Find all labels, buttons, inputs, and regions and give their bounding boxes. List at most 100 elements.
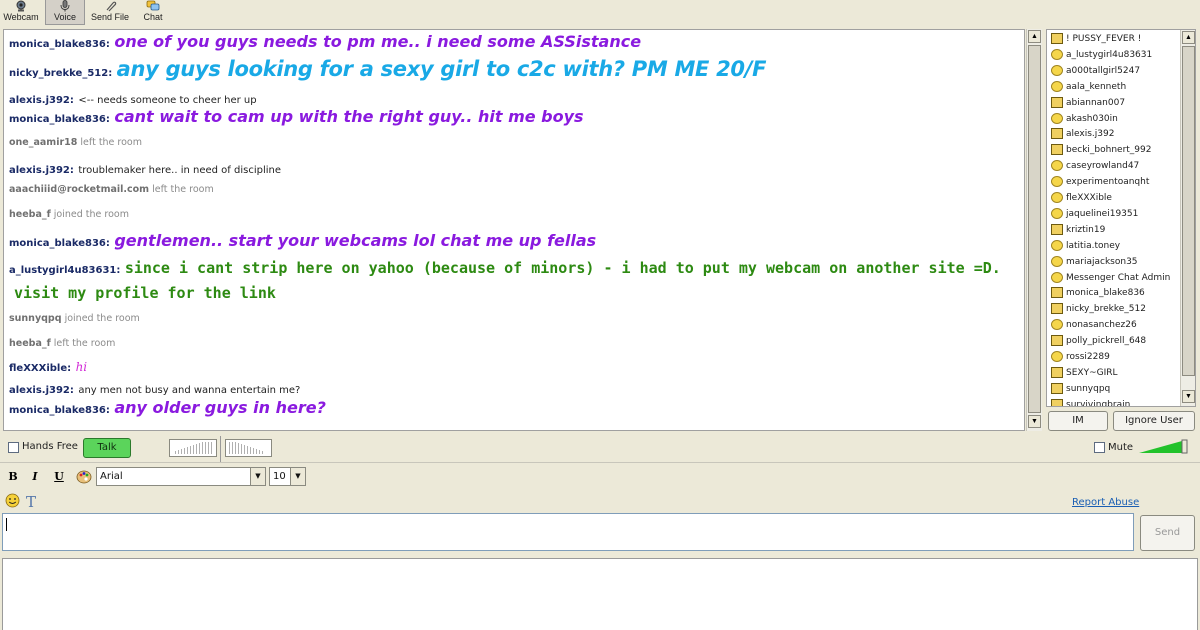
- user-name: polly_pickrell_648: [1066, 336, 1147, 347]
- scroll-down-arrow-icon[interactable]: ▼: [1028, 415, 1041, 428]
- chat-message: monica_blake836: cant wait to cam up wit…: [9, 107, 584, 127]
- smiley-icon: [1051, 64, 1063, 76]
- user-list-item[interactable]: monica_blake836: [1051, 287, 1145, 302]
- hands-free-label: Hands Free: [22, 441, 78, 452]
- user-list-item[interactable]: nicky_brekke_512: [1051, 303, 1146, 318]
- message-text: any older guys in here?: [114, 398, 326, 417]
- im-button[interactable]: IM: [1048, 411, 1108, 431]
- user-name: sunnyqpq: [1066, 383, 1111, 394]
- user-list-item[interactable]: sunnyqpq: [1051, 382, 1111, 398]
- message-text: hi: [75, 360, 88, 374]
- message-username: monica_blake836:: [9, 39, 110, 50]
- user-list-item[interactable]: abiannan007: [1051, 96, 1125, 112]
- user-list-item[interactable]: survivingbrain: [1051, 398, 1131, 407]
- user-list-scroll-thumb[interactable]: [1182, 46, 1195, 376]
- user-list-item[interactable]: mariajackson35: [1051, 255, 1138, 271]
- chat-bubble-icon: [146, 0, 160, 11]
- webcam-icon: [1051, 33, 1063, 44]
- font-size-value: 10: [273, 471, 286, 482]
- user-list[interactable]: ! PUSSY_FEVER ! a_lustygirl4u83631 a000tal…: [1046, 29, 1196, 407]
- paperclip-icon: [106, 1, 117, 12]
- send-button[interactable]: Send: [1140, 515, 1195, 551]
- talk-button[interactable]: Talk: [83, 438, 131, 458]
- smiley-icon: [1051, 319, 1063, 331]
- chat-button[interactable]: Chat: [138, 0, 168, 25]
- chat-scrollbar[interactable]: ▲ ▼: [1026, 29, 1042, 431]
- volume-slider[interactable]: [1138, 439, 1190, 454]
- user-name: a000tallgirl5247: [1066, 65, 1141, 76]
- chat-message-area[interactable]: monica_blake836: one of you guys needs t…: [3, 29, 1025, 431]
- message-text: <-- needs someone to cheer her up: [78, 95, 257, 106]
- user-list-item[interactable]: experimentoanqht: [1051, 176, 1149, 191]
- user-list-item[interactable]: kriztin19: [1051, 223, 1105, 239]
- webcam-icon: [1051, 382, 1063, 394]
- webcam-icon: [1051, 144, 1063, 156]
- ignore-user-button[interactable]: Ignore User: [1113, 411, 1195, 431]
- user-list-item[interactable]: Messenger Chat Admin: [1051, 271, 1170, 287]
- underline-button[interactable]: U: [52, 469, 66, 485]
- smiley-icon: [1051, 255, 1063, 267]
- report-abuse-link[interactable]: Report Abuse: [1072, 497, 1139, 508]
- scroll-down-arrow-icon[interactable]: ▼: [1182, 390, 1195, 403]
- user-list-scrollbar[interactable]: ▲ ▼: [1180, 30, 1195, 406]
- user-list-item[interactable]: a000tallgirl5247: [1051, 64, 1141, 80]
- user-list-item[interactable]: SEXY~GIRL: [1051, 366, 1118, 382]
- video-panel: [2, 558, 1198, 630]
- text-style-icon[interactable]: T: [25, 493, 39, 509]
- event-username: heeba_f: [9, 338, 51, 349]
- room-event: aaachiiid@rocketmail.com left the room: [9, 184, 214, 195]
- color-palette-icon[interactable]: [76, 469, 92, 485]
- user-list-item[interactable]: becki_bohnert_992: [1051, 144, 1151, 159]
- user-name: nicky_brekke_512: [1066, 304, 1146, 315]
- hands-free-checkbox[interactable]: [8, 442, 19, 453]
- mute-checkbox[interactable]: [1094, 442, 1105, 453]
- font-size-select[interactable]: 10 ▼: [269, 467, 306, 486]
- message-username: alexis.j392:: [9, 165, 74, 176]
- smiley-icon: [1051, 239, 1063, 251]
- chat-message: monica_blake836: gentlemen.. start your …: [9, 231, 596, 251]
- chevron-down-icon[interactable]: ▼: [290, 468, 305, 485]
- user-list-item[interactable]: ! PUSSY_FEVER !: [1051, 33, 1141, 48]
- send-file-button[interactable]: Send File: [89, 0, 131, 25]
- user-name: survivingbrain: [1066, 399, 1131, 407]
- message-input[interactable]: [2, 513, 1134, 551]
- font-family-select[interactable]: Arial ▼: [96, 467, 266, 486]
- emoticon-button[interactable]: [5, 493, 20, 508]
- webcam-label: Webcam: [3, 12, 39, 22]
- message-username: alexis.j392:: [9, 95, 74, 106]
- scroll-up-arrow-icon[interactable]: ▲: [1028, 30, 1041, 43]
- user-list-item[interactable]: nonasanchez26: [1051, 319, 1137, 334]
- message-text: since i cant strip here on yahoo (becaus…: [124, 259, 1001, 277]
- italic-button[interactable]: I: [28, 469, 42, 485]
- user-list-item[interactable]: rossi2289: [1051, 351, 1110, 366]
- chevron-down-icon[interactable]: ▼: [250, 468, 265, 485]
- scroll-up-arrow-icon[interactable]: ▲: [1182, 31, 1195, 44]
- user-list-item[interactable]: latitia.toney: [1051, 239, 1121, 255]
- chat-message: monica_blake836: any older guys in here?: [9, 398, 326, 418]
- chat-scroll-thumb[interactable]: [1028, 45, 1041, 413]
- user-list-item[interactable]: a_lustygirl4u83631: [1051, 48, 1153, 64]
- signal-bars-icon: [229, 442, 263, 454]
- smiley-icon: [1051, 176, 1063, 188]
- user-list-item[interactable]: fleXXXible: [1051, 192, 1112, 207]
- webcam-icon: [1051, 223, 1063, 235]
- webcam-icon: [16, 0, 26, 12]
- voice-button[interactable]: Voice: [45, 0, 85, 25]
- event-text: left the room: [53, 338, 116, 349]
- user-name: alexis.j392: [1066, 129, 1115, 140]
- user-name: latitia.toney: [1066, 240, 1121, 251]
- room-event: one_aamir18 left the room: [9, 137, 142, 148]
- user-list-item[interactable]: alexis.j392: [1051, 128, 1114, 143]
- user-list-item[interactable]: polly_pickrell_648: [1051, 335, 1146, 350]
- user-list-item[interactable]: aala_kenneth: [1051, 80, 1126, 96]
- user-name: monica_blake836: [1066, 288, 1145, 299]
- event-username: sunnyqpq: [9, 313, 62, 324]
- bold-button[interactable]: B: [6, 469, 20, 485]
- user-list-item[interactable]: caseyrowland47: [1051, 160, 1139, 175]
- user-name: mariajackson35: [1066, 256, 1138, 267]
- user-name: a_lustygirl4u83631: [1066, 49, 1153, 60]
- user-name: becki_bohnert_992: [1066, 145, 1152, 156]
- user-list-item[interactable]: jaquelinei19351: [1051, 207, 1138, 223]
- user-list-item[interactable]: akash030in: [1051, 112, 1118, 128]
- webcam-button[interactable]: Webcam: [2, 0, 40, 25]
